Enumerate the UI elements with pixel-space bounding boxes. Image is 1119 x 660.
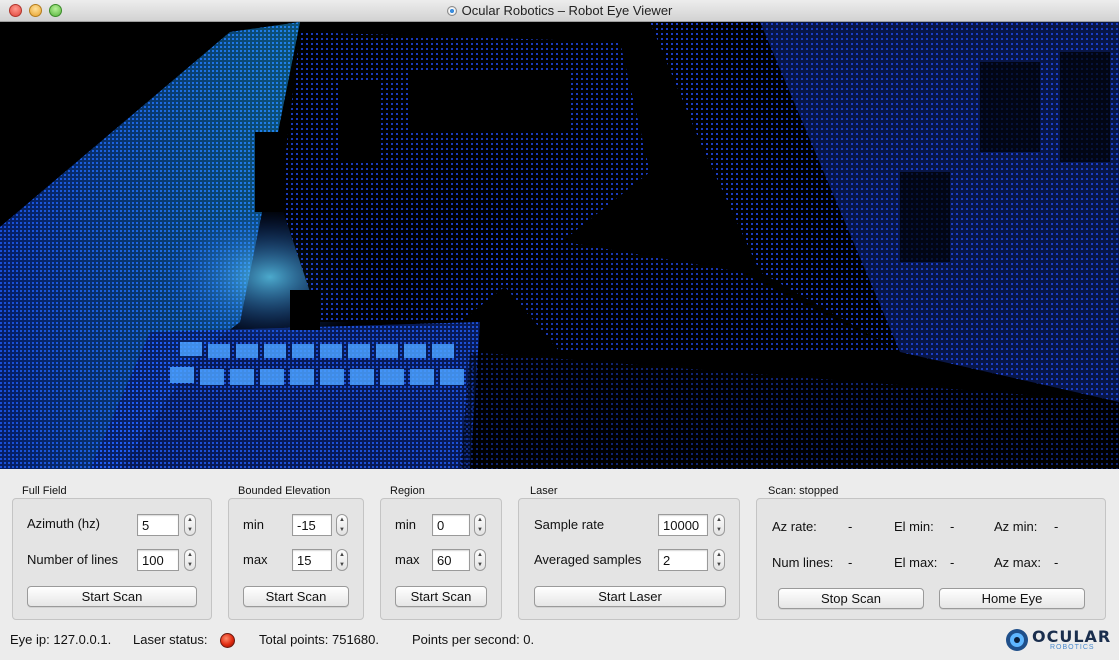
stepper-down-icon[interactable]: ▼ [337, 560, 347, 570]
stepper-down-icon[interactable]: ▼ [475, 560, 485, 570]
region-max-stepper[interactable]: ▲ ▼ [474, 549, 486, 571]
eye-app-icon [446, 6, 457, 16]
bounded-elevation-start-scan-button[interactable]: Start Scan [243, 586, 349, 607]
az-max-label: Az max: [994, 555, 1041, 570]
full-field-start-scan-button[interactable]: Start Scan [27, 586, 197, 607]
region-min-label: min [395, 517, 416, 532]
elevation-max-input[interactable] [292, 549, 332, 571]
el-max-value: - [950, 555, 955, 570]
sample-rate-input[interactable] [658, 514, 708, 536]
ocular-robotics-logo: OCULAR ROBOTICS [1004, 624, 1116, 654]
stepper-down-icon[interactable]: ▼ [714, 525, 724, 535]
az-min-value: - [1054, 519, 1059, 534]
stepper-down-icon[interactable]: ▼ [337, 525, 347, 535]
logo-tagline: ROBOTICS [1050, 644, 1095, 651]
region-max-input[interactable] [432, 549, 470, 571]
averaged-samples-label: Averaged samples [534, 552, 642, 567]
stepper-up-icon[interactable]: ▲ [475, 550, 485, 560]
region-min-input[interactable] [432, 514, 470, 536]
elevation-min-input[interactable] [292, 514, 332, 536]
stepper-down-icon[interactable]: ▼ [185, 525, 195, 535]
total-points-status: Total points: 751680. [259, 632, 379, 647]
laser-title: Laser [530, 485, 558, 497]
point-cloud-viewport[interactable] [0, 22, 1119, 469]
number-of-lines-input[interactable] [137, 549, 179, 571]
averaged-samples-input[interactable] [658, 549, 708, 571]
stop-scan-button[interactable]: Stop Scan [778, 588, 924, 609]
num-lines-value: - [848, 555, 853, 570]
region-max-label: max [395, 552, 420, 567]
az-rate-label: Az rate: [772, 519, 817, 534]
az-max-value: - [1054, 555, 1059, 570]
azimuth-label: Azimuth (hz) [27, 516, 100, 531]
num-lines-label: Num lines: [772, 555, 834, 570]
region-min-stepper[interactable]: ▲ ▼ [474, 514, 486, 536]
stepper-down-icon[interactable]: ▼ [714, 560, 724, 570]
el-min-label: El min: [894, 519, 934, 534]
full-field-title: Full Field [22, 485, 67, 497]
az-rate-value: - [848, 519, 853, 534]
az-min-label: Az min: [994, 519, 1038, 534]
region-start-scan-button[interactable]: Start Scan [395, 586, 487, 607]
eye-ip-status: Eye ip: 127.0.0.1. [10, 632, 112, 647]
stepper-up-icon[interactable]: ▲ [337, 550, 347, 560]
stepper-up-icon[interactable]: ▲ [714, 550, 724, 560]
stepper-up-icon[interactable]: ▲ [475, 515, 485, 525]
stepper-up-icon[interactable]: ▲ [714, 515, 724, 525]
number-of-lines-stepper[interactable]: ▲ ▼ [184, 549, 196, 571]
elevation-min-stepper[interactable]: ▲ ▼ [336, 514, 348, 536]
el-max-label: El max: [894, 555, 938, 570]
region-title: Region [390, 485, 425, 497]
title-bar: Ocular Robotics – Robot Eye Viewer [0, 0, 1119, 22]
stepper-down-icon[interactable]: ▼ [475, 525, 485, 535]
window-title-wrap: Ocular Robotics – Robot Eye Viewer [0, 3, 1119, 18]
azimuth-stepper[interactable]: ▲ ▼ [184, 514, 196, 536]
sample-rate-stepper[interactable]: ▲ ▼ [713, 514, 725, 536]
laser-status-label: Laser status: [133, 632, 208, 647]
scan-status-title: Scan: stopped [768, 485, 839, 497]
number-of-lines-label: Number of lines [27, 552, 119, 567]
el-min-value: - [950, 519, 955, 534]
elevation-min-label: min [243, 517, 264, 532]
sample-rate-label: Sample rate [534, 517, 605, 532]
azimuth-input[interactable] [137, 514, 179, 536]
elevation-max-stepper[interactable]: ▲ ▼ [336, 549, 348, 571]
stepper-up-icon[interactable]: ▲ [185, 550, 195, 560]
stepper-up-icon[interactable]: ▲ [337, 515, 347, 525]
stepper-up-icon[interactable]: ▲ [185, 515, 195, 525]
point-cloud-canvas[interactable] [0, 22, 1119, 469]
start-laser-button[interactable]: Start Laser [534, 586, 726, 607]
stepper-down-icon[interactable]: ▼ [185, 560, 195, 570]
points-per-second-status: Points per second: 0. [412, 632, 535, 647]
bounded-elevation-title: Bounded Elevation [238, 485, 331, 497]
laser-status-led-icon [220, 633, 235, 648]
window-title: Ocular Robotics – Robot Eye Viewer [461, 3, 673, 18]
averaged-samples-stepper[interactable]: ▲ ▼ [713, 549, 725, 571]
home-eye-button[interactable]: Home Eye [939, 588, 1085, 609]
elevation-max-label: max [243, 552, 268, 567]
